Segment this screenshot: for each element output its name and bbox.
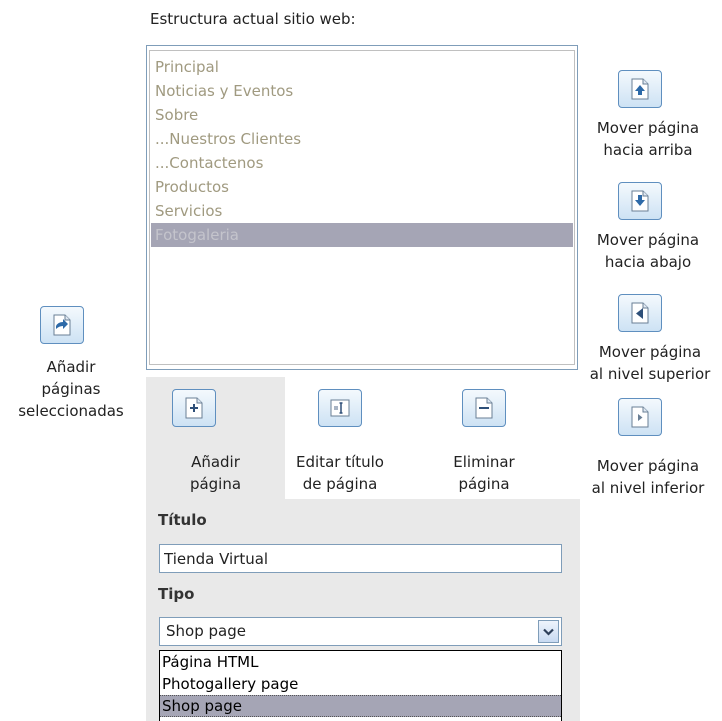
type-field-label: Tipo: [158, 585, 195, 603]
title-input[interactable]: [159, 544, 562, 573]
type-option-photogallery[interactable]: Photogallery page: [160, 673, 561, 695]
type-option-shop[interactable]: Shop page: [160, 695, 561, 717]
title-field-label: Título: [158, 511, 207, 529]
tree-item-selected[interactable]: Fotogaleria: [151, 223, 573, 247]
add-page-label: Añadir página: [189, 453, 242, 493]
type-option-html[interactable]: Página HTML: [160, 651, 561, 673]
type-dropdown-list[interactable]: Página HTML Photogallery page Shop page: [159, 650, 562, 721]
edit-page-title-label: Editar título de página: [296, 453, 384, 493]
page-edit-icon: [330, 399, 350, 417]
type-select-value: Shop page: [166, 622, 246, 640]
page-arrow-right-icon: [631, 406, 649, 428]
add-selected-pages-label: Añadir páginas seleccionadas: [18, 358, 124, 420]
tree-item[interactable]: ...Contactenos: [151, 151, 573, 175]
delete-page-button[interactable]: [462, 389, 506, 427]
tree-item[interactable]: ...Nuestros Clientes: [151, 127, 573, 151]
page-add-arrow-icon: [53, 314, 71, 336]
move-level-up-button[interactable]: [618, 294, 662, 332]
move-up-label: Mover página hacia arriba: [596, 119, 700, 159]
delete-page-label: Eliminar página: [453, 453, 515, 493]
tree-item[interactable]: Sobre: [151, 103, 573, 127]
chevron-down-icon: [543, 628, 554, 636]
move-level-up-label: Mover página al nivel superior: [589, 343, 711, 383]
move-up-button[interactable]: [618, 70, 662, 108]
site-structure-list[interactable]: Principal Noticias y Eventos Sobre ...Nu…: [146, 45, 578, 370]
structure-heading: Estructura actual sitio web:: [150, 10, 356, 28]
page-arrow-up-icon: [631, 78, 649, 100]
tree-item[interactable]: Noticias y Eventos: [151, 79, 573, 103]
move-down-label: Mover página hacia abajo: [596, 231, 700, 271]
add-selected-pages-button[interactable]: [40, 306, 84, 344]
type-select-dropdown-button[interactable]: [538, 620, 559, 643]
add-page-button[interactable]: [172, 389, 216, 427]
move-down-button[interactable]: [618, 182, 662, 220]
page-arrow-down-icon: [631, 190, 649, 212]
move-level-down-button[interactable]: [618, 398, 662, 436]
page-plus-icon: [185, 397, 203, 419]
move-level-down-label: Mover página al nivel inferior: [591, 457, 705, 497]
edit-page-title-button[interactable]: [318, 389, 362, 427]
tree-item[interactable]: Servicios: [151, 199, 573, 223]
type-select[interactable]: Shop page: [159, 617, 562, 646]
page-arrow-left-icon: [631, 302, 649, 324]
tree-item[interactable]: Principal: [151, 55, 573, 79]
page-minus-icon: [475, 397, 493, 419]
tree-item[interactable]: Productos: [151, 175, 573, 199]
